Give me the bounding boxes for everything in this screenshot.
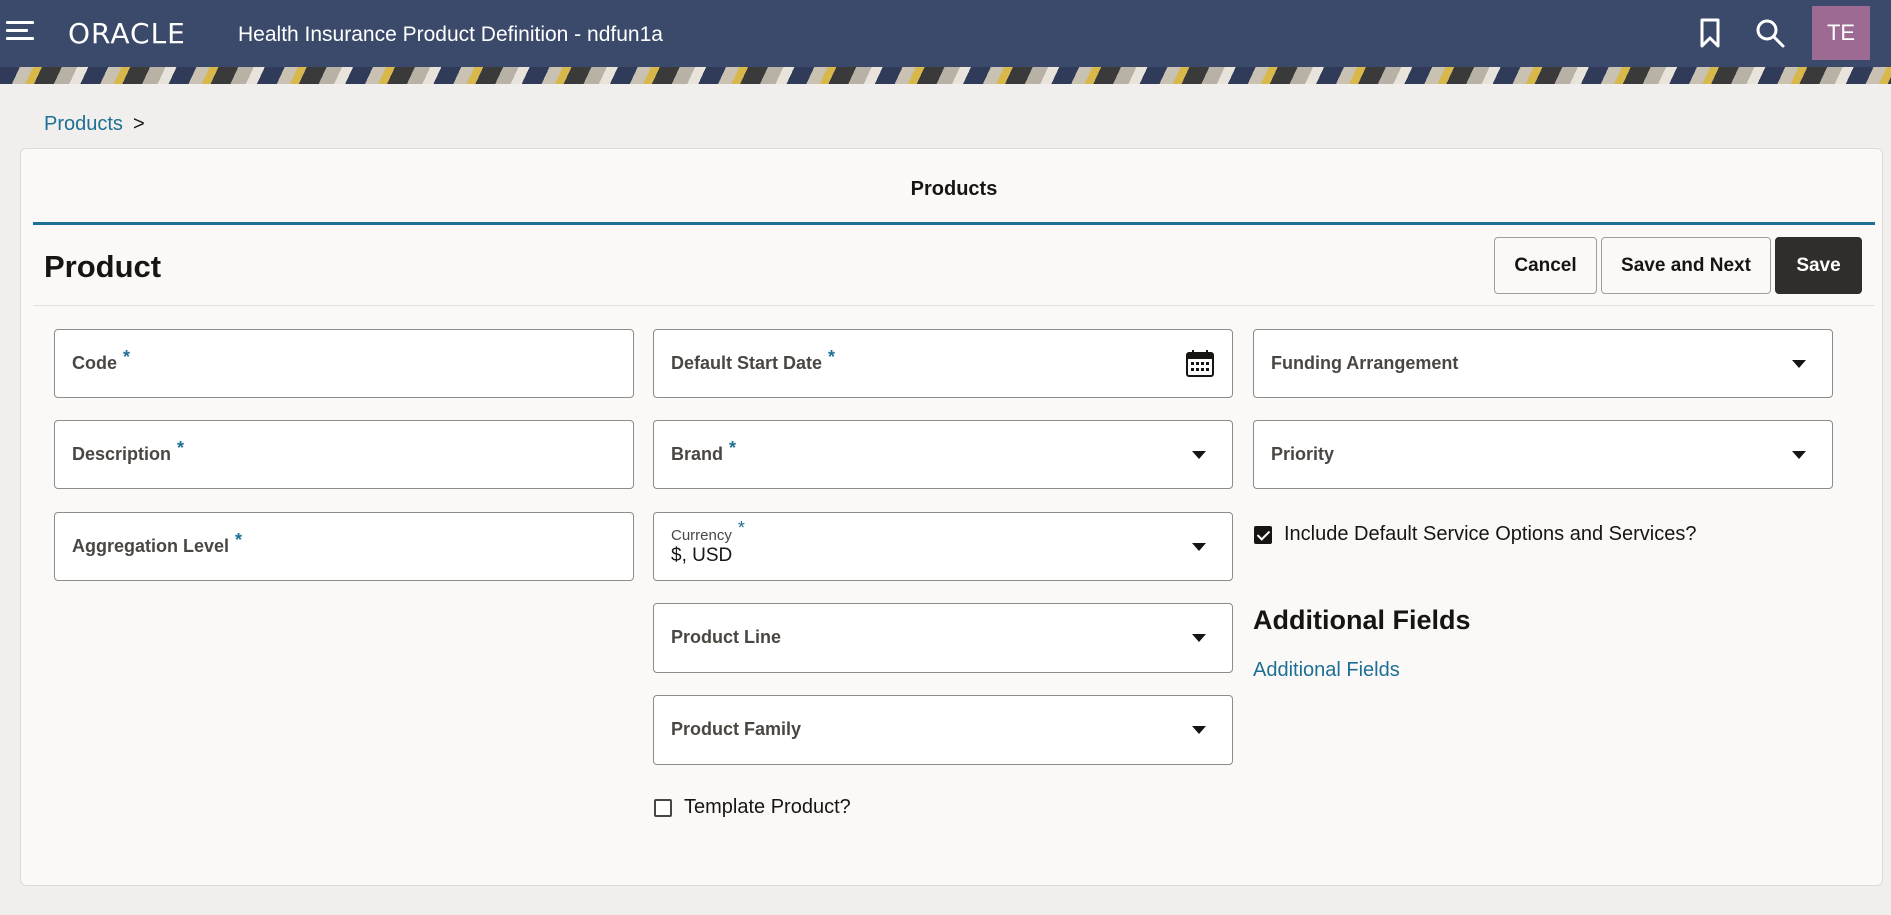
- currency-value: $, USD: [671, 545, 733, 566]
- template-product-checkbox[interactable]: Template Product?: [654, 796, 851, 819]
- tab-products[interactable]: Products: [33, 171, 1875, 225]
- menu-icon[interactable]: [6, 21, 34, 43]
- default-start-date-label: Default Start Date *: [671, 347, 836, 373]
- chevron-down-icon[interactable]: [1192, 451, 1206, 459]
- search-icon[interactable]: [1753, 16, 1787, 50]
- breadcrumb: Products >: [44, 111, 145, 137]
- chevron-down-icon[interactable]: [1192, 634, 1206, 642]
- chevron-down-icon[interactable]: [1792, 360, 1806, 368]
- aggregation-level-label: Aggregation Level *: [72, 530, 243, 556]
- chevron-down-icon[interactable]: [1192, 543, 1206, 551]
- include-default-checkbox[interactable]: Include Default Service Options and Serv…: [1254, 523, 1696, 546]
- code-field[interactable]: Code *: [54, 329, 634, 398]
- save-button[interactable]: Save: [1775, 237, 1862, 294]
- currency-label: Currency *: [671, 518, 745, 544]
- checkbox-unchecked-icon[interactable]: [654, 798, 672, 817]
- page-title: Product: [44, 249, 162, 284]
- product-family-label: Product Family: [671, 719, 802, 739]
- template-product-label: Template Product?: [684, 796, 851, 818]
- brand-select[interactable]: Brand *: [653, 420, 1233, 489]
- product-card: Products Product Cancel Save and Next Sa…: [20, 148, 1883, 886]
- include-default-label: Include Default Service Options and Serv…: [1284, 523, 1697, 545]
- product-line-label: Product Line: [671, 627, 782, 647]
- priority-label: Priority: [1271, 444, 1335, 464]
- description-label: Description *: [72, 438, 185, 464]
- save-and-next-button[interactable]: Save and Next: [1601, 237, 1771, 294]
- currency-select[interactable]: Currency * $, USD: [653, 512, 1233, 581]
- default-start-date-field[interactable]: Default Start Date *: [653, 329, 1233, 398]
- priority-select[interactable]: Priority: [1253, 420, 1833, 489]
- user-avatar[interactable]: TE: [1812, 6, 1870, 60]
- app-title: Health Insurance Product Definition - nd…: [238, 23, 663, 46]
- product-family-select[interactable]: Product Family: [653, 695, 1233, 765]
- header-banner: [0, 67, 1891, 84]
- code-label: Code *: [72, 347, 131, 373]
- oracle-logo: ORACLE: [68, 17, 186, 50]
- checkbox-checked-icon[interactable]: [1254, 525, 1272, 544]
- funding-arrangement-select[interactable]: Funding Arrangement: [1253, 329, 1833, 398]
- funding-arrangement-label: Funding Arrangement: [1271, 353, 1459, 373]
- brand-label: Brand *: [671, 438, 737, 464]
- chevron-down-icon[interactable]: [1792, 451, 1806, 459]
- top-bar: ORACLE Health Insurance Product Definiti…: [0, 0, 1891, 67]
- bookmark-icon[interactable]: [1693, 16, 1727, 50]
- cancel-button[interactable]: Cancel: [1494, 237, 1597, 294]
- additional-fields-link[interactable]: Additional Fields: [1253, 659, 1400, 682]
- aggregation-level-field[interactable]: Aggregation Level *: [54, 512, 634, 581]
- calendar-icon[interactable]: [1185, 348, 1215, 383]
- additional-fields-heading: Additional Fields: [1253, 605, 1471, 635]
- divider: [33, 305, 1875, 306]
- breadcrumb-link-products[interactable]: Products: [44, 113, 123, 135]
- chevron-down-icon[interactable]: [1192, 726, 1206, 734]
- product-line-select[interactable]: Product Line: [653, 603, 1233, 673]
- description-field[interactable]: Description *: [54, 420, 634, 489]
- breadcrumb-separator: >: [132, 113, 145, 135]
